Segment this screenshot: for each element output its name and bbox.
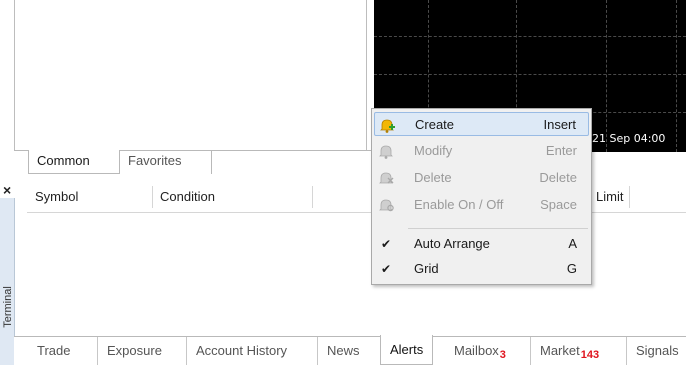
close-icon[interactable]: × [3, 182, 11, 198]
menu-item-shortcut: A [568, 236, 577, 251]
menu-item-shortcut: Space [540, 197, 577, 212]
tab-favorites[interactable]: Favorites [120, 150, 212, 174]
terminal-tab-bar: Trade Exposure Account History News Aler… [14, 335, 686, 366]
menu-item-delete[interactable]: Delete Delete [374, 166, 589, 190]
column-divider[interactable] [152, 186, 153, 208]
menu-item-shortcut: G [566, 261, 577, 276]
menu-item-auto-arrange[interactable]: ✔ Auto Arrange A [374, 232, 589, 256]
tab-account-history[interactable]: Account History [186, 337, 296, 365]
menu-item-label: Delete [414, 170, 452, 185]
menu-item-label: Enable On / Off [414, 197, 504, 212]
checkmark-icon: ✔ [380, 237, 392, 251]
checkmark-icon: ✔ [380, 262, 392, 276]
menu-item-enable-toggle[interactable]: Enable On / Off Space [374, 193, 589, 217]
mailbox-count-badge: 3 [499, 349, 506, 361]
menu-item-label: Auto Arrange [414, 236, 490, 251]
tab-account-history-label: Account History [196, 343, 288, 358]
tab-mailbox-label: Mailbox [454, 343, 499, 358]
bell-add-icon [378, 116, 396, 134]
tab-common[interactable]: Common [28, 150, 120, 174]
terminal-side-label: Terminal [2, 286, 14, 328]
tab-market[interactable]: Market143 [530, 337, 608, 365]
market-count-badge: 143 [580, 349, 600, 361]
column-divider[interactable] [312, 186, 313, 208]
tab-alerts[interactable]: Alerts [380, 335, 434, 365]
column-divider[interactable] [629, 186, 630, 208]
navigator-left-border [14, 0, 15, 150]
column-header-limit[interactable]: Limit [596, 189, 623, 204]
bell-delete-icon [377, 169, 395, 187]
menu-separator [408, 228, 588, 229]
tab-market-label: Market [540, 343, 580, 358]
menu-item-create[interactable]: Create Insert [374, 112, 589, 136]
tab-alerts-label: Alerts [390, 342, 424, 357]
tab-signals[interactable]: Signals [626, 337, 686, 365]
menu-item-shortcut: Enter [545, 143, 577, 158]
chart-grid-line [676, 0, 677, 152]
menu-item-shortcut: Delete [539, 170, 577, 185]
menu-item-shortcut: Insert [543, 117, 576, 132]
menu-item-modify[interactable]: Modify Enter [374, 139, 589, 163]
tab-trade-label: Trade [37, 343, 71, 358]
tab-signals-label: Signals [636, 343, 679, 358]
chart-grid-line [606, 0, 607, 152]
tab-exposure[interactable]: Exposure [97, 337, 171, 365]
tab-news[interactable]: News [317, 337, 369, 365]
column-header-symbol[interactable]: Symbol [35, 189, 78, 204]
chart-time-label: 21 Sep 04:00 [592, 132, 666, 145]
tab-exposure-label: Exposure [107, 343, 162, 358]
tab-mailbox[interactable]: Mailbox3 [445, 337, 515, 365]
menu-item-label: Create [415, 117, 455, 132]
menu-item-label: Modify [414, 143, 453, 158]
navigator-right-border [366, 0, 367, 150]
chart-grid-line [374, 36, 686, 37]
alerts-context-menu: Create Insert Modify Enter Delete Delete [371, 108, 592, 285]
tab-news-label: News [327, 343, 360, 358]
chart-grid-line [374, 74, 686, 75]
column-header-condition[interactable]: Condition [160, 189, 215, 204]
bell-edit-icon [377, 142, 395, 160]
menu-item-grid[interactable]: ✔ Grid G [374, 257, 589, 281]
bell-toggle-icon [377, 196, 395, 214]
tab-trade[interactable]: Trade [28, 337, 79, 365]
navigator-tab-bar: Common Favorites [14, 150, 372, 176]
menu-item-label: Grid [414, 261, 439, 276]
